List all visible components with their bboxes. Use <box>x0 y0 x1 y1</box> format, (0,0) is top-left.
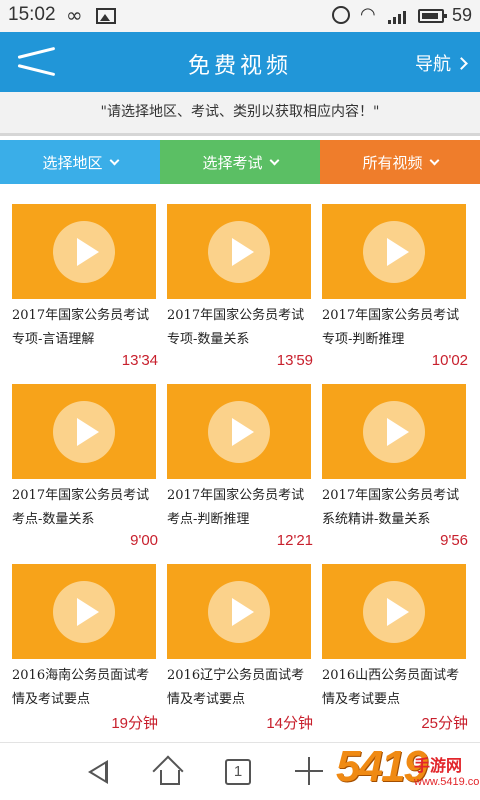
video-duration: 13'34 <box>121 352 158 369</box>
video-card[interactable]: 2017年国家公务员考试考点-判断推理 12'21 <box>167 384 313 550</box>
video-duration: 9'56 <box>440 532 468 549</box>
video-title[interactable]: 2017年国家公务员考试专项-数量关系 <box>167 304 317 352</box>
video-thumbnail[interactable] <box>322 204 466 299</box>
video-thumbnail[interactable] <box>322 384 466 479</box>
video-card[interactable]: 2017年国家公务员考试专项-数量关系 13'59 <box>167 204 313 370</box>
video-duration: 9'00 <box>130 532 158 549</box>
play-icon[interactable] <box>363 401 425 463</box>
video-card[interactable]: 2016辽宁公务员面试考情及考试要点 14分钟 <box>167 564 313 732</box>
video-title[interactable]: 2017年国家公务员考试专项-言语理解 <box>12 304 162 352</box>
notice-divider <box>0 133 480 136</box>
play-icon[interactable] <box>363 221 425 283</box>
video-card[interactable]: 2017年国家公务员考试考点-数量关系 9'00 <box>12 384 158 550</box>
play-icon[interactable] <box>363 581 425 643</box>
back-icon[interactable] <box>88 760 108 784</box>
video-duration: 12'21 <box>276 532 313 549</box>
notice-banner: "请选择地区、考试、类别以获取相应内容！" <box>0 92 480 136</box>
infinity-icon: ∞ <box>66 3 83 27</box>
video-title[interactable]: 2016山西公务员面试考情及考试要点 <box>322 664 472 712</box>
filter-category-dropdown[interactable]: 所有视频 <box>320 140 480 184</box>
wifi-icon: ◠ <box>360 4 376 25</box>
video-title[interactable]: 2017年国家公务员考试专项-判断推理 <box>322 304 472 352</box>
app-header: 免费视频 导航 <box>0 32 480 92</box>
video-thumbnail[interactable] <box>12 384 156 479</box>
play-icon[interactable] <box>53 581 115 643</box>
video-thumbnail[interactable] <box>322 564 466 659</box>
watermark-logo: 5419 手游网 www.5419.com <box>336 742 480 800</box>
video-title[interactable]: 2017年国家公务员考试考点-判断推理 <box>167 484 317 532</box>
filter-bar: 选择地区 选择考试 所有视频 <box>0 140 480 184</box>
video-card[interactable]: 2017年国家公务员考试专项-判断推理 10'02 <box>322 204 468 370</box>
status-time: 15:02 <box>8 4 56 25</box>
filter-exam-dropdown[interactable]: 选择考试 <box>160 140 320 184</box>
filter-label: 选择考试 <box>202 153 263 172</box>
video-title[interactable]: 2016辽宁公务员面试考情及考试要点 <box>167 664 317 712</box>
watermark-number: 5419 <box>336 742 428 791</box>
image-icon <box>96 8 116 24</box>
play-icon[interactable] <box>208 401 270 463</box>
chevron-down-icon <box>429 155 439 165</box>
video-card[interactable]: 2017年国家公务员考试专项-言语理解 13'34 <box>12 204 158 370</box>
chevron-right-icon <box>455 56 468 70</box>
battery-level: 59 <box>452 5 473 25</box>
page-title: 免费视频 <box>187 54 292 79</box>
video-card[interactable]: 2017年国家公务员考试系统精讲-数量关系 9'56 <box>322 384 468 550</box>
video-title[interactable]: 2016海南公务员面试考情及考试要点 <box>12 664 162 712</box>
video-duration: 13'59 <box>276 352 313 369</box>
home-icon[interactable] <box>152 755 185 787</box>
video-duration: 25分钟 <box>421 715 468 732</box>
alarm-icon <box>332 6 350 24</box>
filter-label: 所有视频 <box>362 153 423 172</box>
plus-icon[interactable] <box>295 757 323 785</box>
play-icon[interactable] <box>208 581 270 643</box>
signal-icon <box>388 8 410 24</box>
watermark-url: www.5419.com <box>414 776 480 788</box>
status-bar: 15:02 ∞ ◠ 59 <box>0 0 480 32</box>
watermark-site: 手游网 <box>414 756 463 775</box>
video-duration: 14分钟 <box>266 715 313 732</box>
filter-label: 选择地区 <box>42 153 103 172</box>
video-thumbnail[interactable] <box>167 564 311 659</box>
video-thumbnail[interactable] <box>167 384 311 479</box>
chevron-down-icon <box>109 155 119 165</box>
notice-text: "请选择地区、考试、类别以获取相应内容！" <box>100 104 380 120</box>
battery-icon <box>418 9 447 23</box>
video-thumbnail[interactable] <box>12 204 156 299</box>
nav-button[interactable]: 导航 <box>415 50 468 76</box>
nav-label: 导航 <box>415 54 451 75</box>
video-card[interactable]: 2016海南公务员面试考情及考试要点 19分钟 <box>12 564 158 732</box>
video-thumbnail[interactable] <box>167 204 311 299</box>
filter-region-dropdown[interactable]: 选择地区 <box>0 140 160 184</box>
play-icon[interactable] <box>208 221 270 283</box>
video-card[interactable]: 2016山西公务员面试考情及考试要点 25分钟 <box>322 564 468 732</box>
video-title[interactable]: 2017年国家公务员考试考点-数量关系 <box>12 484 162 532</box>
play-icon[interactable] <box>53 221 115 283</box>
play-icon[interactable] <box>53 401 115 463</box>
video-title[interactable]: 2017年国家公务员考试系统精讲-数量关系 <box>322 484 472 532</box>
video-duration: 10'02 <box>431 352 468 369</box>
chevron-down-icon <box>269 155 279 165</box>
video-thumbnail[interactable] <box>12 564 156 659</box>
video-duration: 19分钟 <box>111 715 158 732</box>
tabs-icon[interactable]: 1 <box>225 759 251 785</box>
